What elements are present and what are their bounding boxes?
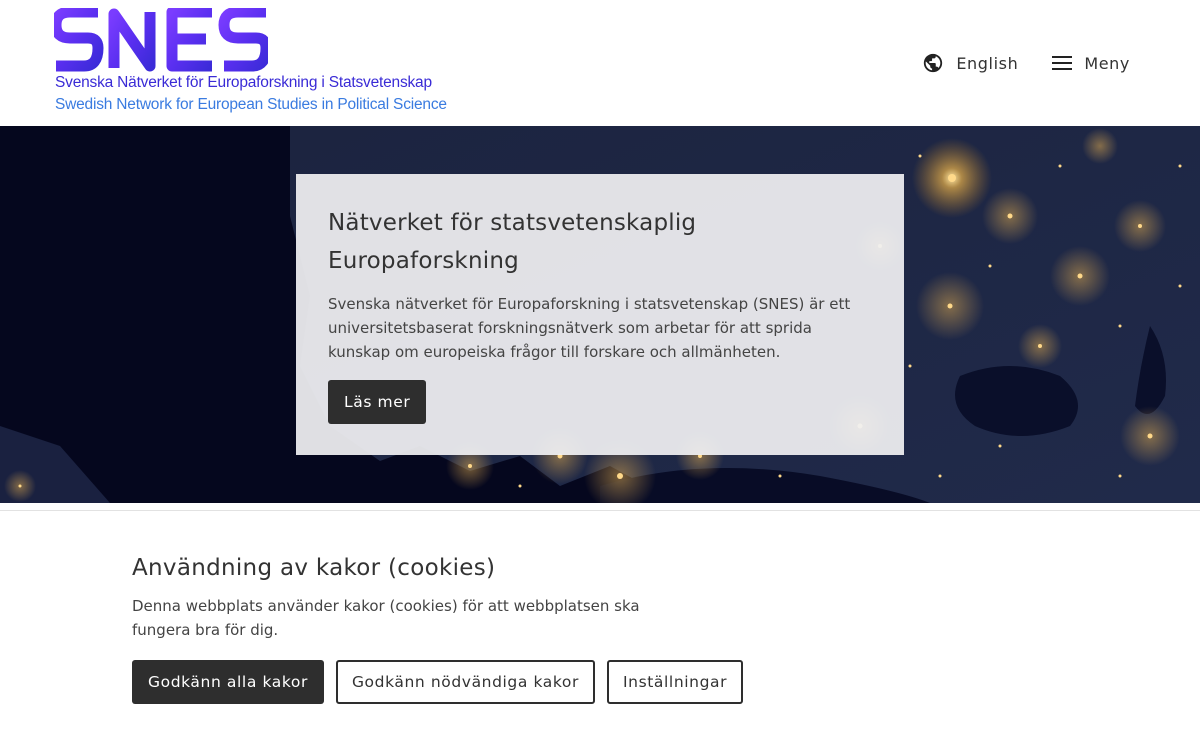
globe-icon — [922, 52, 944, 74]
accept-all-cookies-button[interactable]: Godkänn alla kakor — [132, 660, 324, 704]
accept-necessary-cookies-button[interactable]: Godkänn nödvändiga kakor — [335, 660, 595, 704]
cookie-banner-title: Användning av kakor (cookies) — [132, 555, 496, 581]
section-divider — [0, 510, 1200, 511]
logo-tagline-swedish: Svenska Nätverket för Europaforskning i … — [55, 74, 432, 91]
snes-logo-mark — [54, 8, 268, 72]
cookie-settings-button[interactable]: Inställningar — [606, 660, 744, 704]
cookie-banner: Användning av kakor (cookies) Denna webb… — [132, 552, 1072, 704]
language-label: English — [956, 53, 1019, 73]
menu-label: Meny — [1084, 53, 1130, 73]
site-logo[interactable]: Svenska Nätverket för Europaforskning i … — [54, 8, 447, 118]
language-switch-link[interactable]: English — [922, 52, 1018, 74]
hero-description: Svenska nätverket för Europaforskning i … — [328, 295, 851, 361]
hero-section: Nätverket för statsvetenskaplig Europafo… — [0, 126, 1200, 503]
site-header: Svenska Nätverket för Europaforskning i … — [0, 0, 1200, 126]
hamburger-icon — [1052, 55, 1073, 71]
cookie-banner-text: Denna webbplats använder kakor (cookies)… — [132, 597, 640, 639]
read-more-button[interactable]: Läs mer — [328, 380, 427, 424]
menu-button[interactable]: Meny — [1052, 54, 1130, 73]
header-nav: English Meny — [922, 50, 1130, 76]
hero-title: Nätverket för statsvetenskaplig Europafo… — [328, 210, 697, 274]
hero-card: Nätverket för statsvetenskaplig Europafo… — [296, 174, 904, 455]
logo-tagline-english: Swedish Network for European Studies in … — [55, 96, 447, 113]
cookie-buttons: Godkänn alla kakor Godkänn nödvändiga ka… — [132, 660, 1072, 704]
